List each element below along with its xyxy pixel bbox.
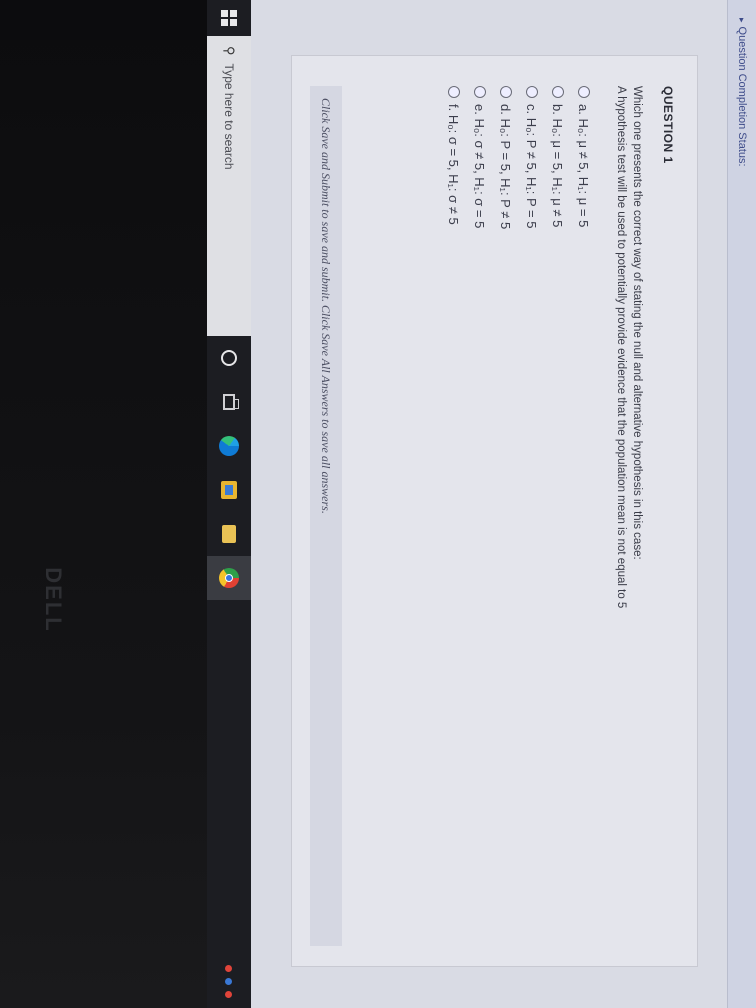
question-prompt: Which one presents the correct way of st… xyxy=(631,86,643,560)
option-d[interactable]: d. H₀: P = 5, H₁: P ≠ 5 xyxy=(493,86,519,229)
option-label: e. H₀: σ ≠ 5, H₁: σ = 5 xyxy=(472,104,488,229)
task-view-button[interactable] xyxy=(207,380,251,424)
question-context: A hypothesis test will be used to potent… xyxy=(615,86,627,609)
save-instructions: Click Save and Submit to save and submit… xyxy=(310,86,342,946)
expand-arrow-icon: ▸ xyxy=(737,18,747,23)
laptop-screen: ▸Question Completion Status: QUESTION 1 … xyxy=(0,0,756,1008)
radio-button[interactable] xyxy=(448,86,460,98)
tray-icon[interactable] xyxy=(225,965,233,972)
question-body: Which one presents the correct way of st… xyxy=(613,86,645,946)
option-label: f. H₀: σ = 5, H₁: σ ≠ 5 xyxy=(446,104,462,225)
radio-button[interactable] xyxy=(578,86,590,98)
option-f[interactable]: f. H₀: σ = 5, H₁: σ ≠ 5 xyxy=(441,86,467,229)
radio-button[interactable] xyxy=(500,86,512,98)
radio-button[interactable] xyxy=(526,86,538,98)
option-label: b. H₀: μ = 5, H₁: μ ≠ 5 xyxy=(550,104,566,228)
store-icon xyxy=(221,481,237,499)
option-e[interactable]: e. H₀: σ ≠ 5, H₁: σ = 5 xyxy=(467,86,493,229)
search-icon: ⚲ xyxy=(222,46,237,56)
option-label: c. H₀: P ≠ 5, H₁: P = 5 xyxy=(524,104,540,229)
option-a[interactable]: a. H₀: μ ≠ 5, H₁: μ = 5 xyxy=(571,86,597,229)
radio-button[interactable] xyxy=(474,86,486,98)
file-explorer-icon xyxy=(222,525,236,543)
question-completion-status-link[interactable]: ▸Question Completion Status: xyxy=(736,18,748,167)
file-explorer-button[interactable] xyxy=(207,512,251,556)
edge-button[interactable] xyxy=(207,424,251,468)
option-c[interactable]: c. H₀: P ≠ 5, H₁: P = 5 xyxy=(519,86,545,229)
question-panel: QUESTION 1 Which one presents the correc… xyxy=(291,55,698,967)
tray-icon[interactable] xyxy=(225,991,233,998)
status-bar: ▸Question Completion Status: xyxy=(727,0,756,1008)
store-button[interactable] xyxy=(207,468,251,512)
browser-window: ▸Question Completion Status: QUESTION 1 … xyxy=(251,0,756,1008)
cortana-icon xyxy=(221,350,237,366)
answer-options: a. H₀: μ ≠ 5, H₁: μ = 5 b. H₀: μ = 5, H₁… xyxy=(441,86,597,229)
question-title: QUESTION 1 xyxy=(661,86,675,164)
option-b[interactable]: b. H₀: μ = 5, H₁: μ ≠ 5 xyxy=(545,86,571,229)
taskbar-search-box[interactable]: ⚲ Type here to search xyxy=(207,36,251,336)
chrome-button[interactable] xyxy=(207,556,251,600)
chrome-icon xyxy=(219,568,239,588)
radio-button[interactable] xyxy=(552,86,564,98)
dell-logo: DELL xyxy=(41,567,66,633)
task-view-icon xyxy=(223,394,235,410)
windows-icon xyxy=(221,10,237,26)
system-tray xyxy=(225,965,233,998)
edge-icon xyxy=(219,436,239,456)
search-placeholder: Type here to search xyxy=(222,63,236,170)
windows-taskbar: ⚲ Type here to search xyxy=(207,0,251,1008)
cortana-button[interactable] xyxy=(207,336,251,380)
tray-icon[interactable] xyxy=(225,978,233,985)
start-button[interactable] xyxy=(207,0,251,36)
option-label: d. H₀: P = 5, H₁: P ≠ 5 xyxy=(498,104,514,230)
option-label: a. H₀: μ ≠ 5, H₁: μ = 5 xyxy=(576,104,592,228)
